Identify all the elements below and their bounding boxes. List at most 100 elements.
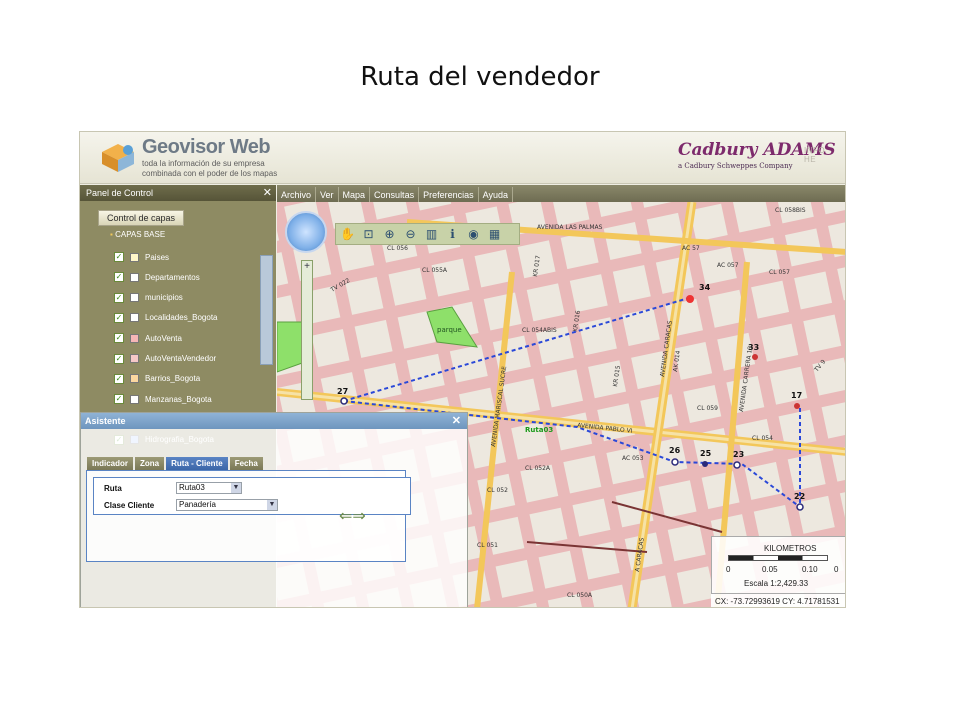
layer-checkbox[interactable]: ✓ <box>114 353 124 364</box>
assistant-tabs: Indicador Zona Ruta - Cliente Fecha <box>87 457 263 470</box>
panel-title: Panel de Control <box>86 188 154 198</box>
street-label: CL 057 <box>769 269 790 276</box>
ruta-select-value: Ruta03 <box>179 483 205 492</box>
stop-marker[interactable] <box>686 295 694 303</box>
info-icon[interactable]: ℹ <box>445 227 460 242</box>
layer-checkbox[interactable]: ✓ <box>114 252 124 262</box>
layer-item[interactable]: ✓ AutoVentaVendedor <box>114 353 216 365</box>
stop-marker[interactable] <box>796 503 804 511</box>
pan-navigation-globe-icon[interactable] <box>285 211 327 253</box>
layer-checkbox[interactable]: ✓ <box>114 394 124 405</box>
layer-item[interactable]: ✓ AutoVenta <box>114 332 182 344</box>
info-link[interactable]: INFO <box>804 146 825 155</box>
capas-base-label: CAPAS BASE <box>115 230 166 239</box>
menu-preferencias[interactable]: Preferencias <box>419 187 479 203</box>
street-label: CL 052A <box>525 465 551 472</box>
layer-label: AutoVentaVendedor <box>145 354 217 363</box>
stop-marker[interactable] <box>733 461 741 469</box>
layer-item[interactable]: ✓ Localidades_Bogota <box>114 312 218 324</box>
coordinate-readout: CX: -73.72993619 CY: 4.71781531 <box>711 594 845 607</box>
slide-title: Ruta del vendedor <box>360 62 600 92</box>
stop-marker[interactable] <box>702 461 708 467</box>
layer-checkbox[interactable]: ✓ <box>114 373 124 384</box>
park-label: parque <box>437 326 462 334</box>
tab-ruta-cliente[interactable]: Ruta - Cliente <box>166 457 228 470</box>
zoom-slider[interactable]: + <box>301 260 313 400</box>
panel-scrollbar[interactable] <box>260 255 273 365</box>
stop-marker[interactable] <box>752 354 758 360</box>
menu-consultas[interactable]: Consultas <box>370 187 420 203</box>
zoom-box-icon[interactable]: ⊡ <box>361 227 376 242</box>
capas-base-root[interactable]: ▪ CAPAS BASE <box>110 230 165 239</box>
folder-icon: ▪ <box>110 230 113 239</box>
zoom-in-icon[interactable]: + <box>302 261 312 272</box>
route-label: Ruta03 <box>525 426 553 434</box>
clase-cliente-label: Clase Cliente <box>104 501 155 510</box>
menu-ayuda[interactable]: Ayuda <box>479 187 513 203</box>
clase-cliente-select[interactable]: Panadería ▼ <box>176 499 278 511</box>
stop-label: 33 <box>748 343 759 352</box>
street-label: CL 055A <box>422 267 448 274</box>
layer-item[interactable]: ✓ Manzanas_Bogota <box>114 393 212 405</box>
stop-label: 27 <box>337 387 348 396</box>
layer-checkbox[interactable]: ✓ <box>114 292 124 303</box>
scale-widget: KILOMETROS 0 0.05 0.10 0 Escala 1:2,429.… <box>711 536 845 594</box>
close-icon[interactable]: ✕ <box>452 414 461 427</box>
street-label: CL 050A <box>567 592 593 599</box>
scale-tick: 0 <box>834 565 839 574</box>
layer-swatch <box>130 313 139 323</box>
layer-item[interactable]: ✓ municipios <box>114 292 183 304</box>
layer-label: Manzanas_Bogota <box>145 394 212 404</box>
identify-icon[interactable]: ◉ <box>466 227 481 242</box>
logo-cube-icon <box>102 144 134 172</box>
close-icon[interactable]: ✕ <box>263 186 272 199</box>
layer-swatch <box>130 394 139 404</box>
brand-name: Geovisor Web <box>142 136 271 158</box>
zoom-out-icon[interactable]: ⊖ <box>403 227 418 242</box>
layer-item[interactable]: ✓ Barrios_Bogota <box>114 373 200 385</box>
scale-title: KILOMETROS <box>764 544 817 553</box>
top-links: INFO HE <box>804 146 845 164</box>
menu-archivo[interactable]: Archivo <box>277 187 317 203</box>
street-label: CL 059 <box>697 405 718 412</box>
tab-indicador[interactable]: Indicador <box>87 457 134 470</box>
app-header: Geovisor Web toda la información de su e… <box>80 132 845 184</box>
layer-label: Barrios_Bogota <box>145 374 201 384</box>
tab-fecha[interactable]: Fecha <box>229 457 263 470</box>
pan-hand-icon[interactable]: ✋ <box>340 227 355 242</box>
stop-marker[interactable] <box>340 397 348 405</box>
layer-item[interactable]: ✓ Paises <box>114 251 169 263</box>
measure-icon[interactable]: ▥ <box>424 227 439 242</box>
layer-item[interactable]: ✓ Departamentos <box>114 271 200 283</box>
help-link[interactable]: HE <box>804 155 816 164</box>
layer-swatch <box>130 374 139 384</box>
stop-marker[interactable] <box>794 403 800 409</box>
chevron-down-icon[interactable]: ▼ <box>231 483 241 493</box>
stop-label: 25 <box>700 449 712 458</box>
capas-control-button[interactable]: Control de capas <box>98 210 185 226</box>
chevron-down-icon[interactable]: ▼ <box>267 500 277 510</box>
tagline-line-1: toda la información de su empresa <box>142 159 265 168</box>
map-toolbar: ✋ ⊡ ⊕ ⊖ ▥ ℹ ◉ ▦ <box>335 223 520 245</box>
stop-label: 23 <box>733 450 744 459</box>
scale-ratio: Escala 1:2,429.33 <box>744 579 809 588</box>
zoom-in-icon[interactable]: ⊕ <box>382 227 397 242</box>
layer-checkbox[interactable]: ✓ <box>114 333 124 344</box>
menu-mapa[interactable]: Mapa <box>339 187 371 203</box>
navigate-arrows-icon[interactable]: ⇐⇒ <box>339 506 366 526</box>
street-label: CL 054ABIS <box>522 327 557 334</box>
street-label: CL 058BIS <box>775 207 806 214</box>
stop-marker[interactable] <box>671 458 679 466</box>
layers-icon[interactable]: ▦ <box>487 227 502 242</box>
layer-label: Departamentos <box>145 272 200 282</box>
menu-ver[interactable]: Ver <box>316 187 339 203</box>
layer-checkbox[interactable]: ✓ <box>114 272 124 283</box>
layer-checkbox[interactable]: ✓ <box>114 312 124 323</box>
street-label: AC 057 <box>717 262 739 269</box>
tab-zona[interactable]: Zona <box>135 457 165 470</box>
ruta-select[interactable]: Ruta03 ▼ <box>176 482 242 494</box>
ruta-label: Ruta <box>104 484 122 493</box>
layer-label: municipios <box>145 293 183 303</box>
stop-label: 26 <box>669 446 681 455</box>
street-label: AC 053 <box>622 455 644 462</box>
